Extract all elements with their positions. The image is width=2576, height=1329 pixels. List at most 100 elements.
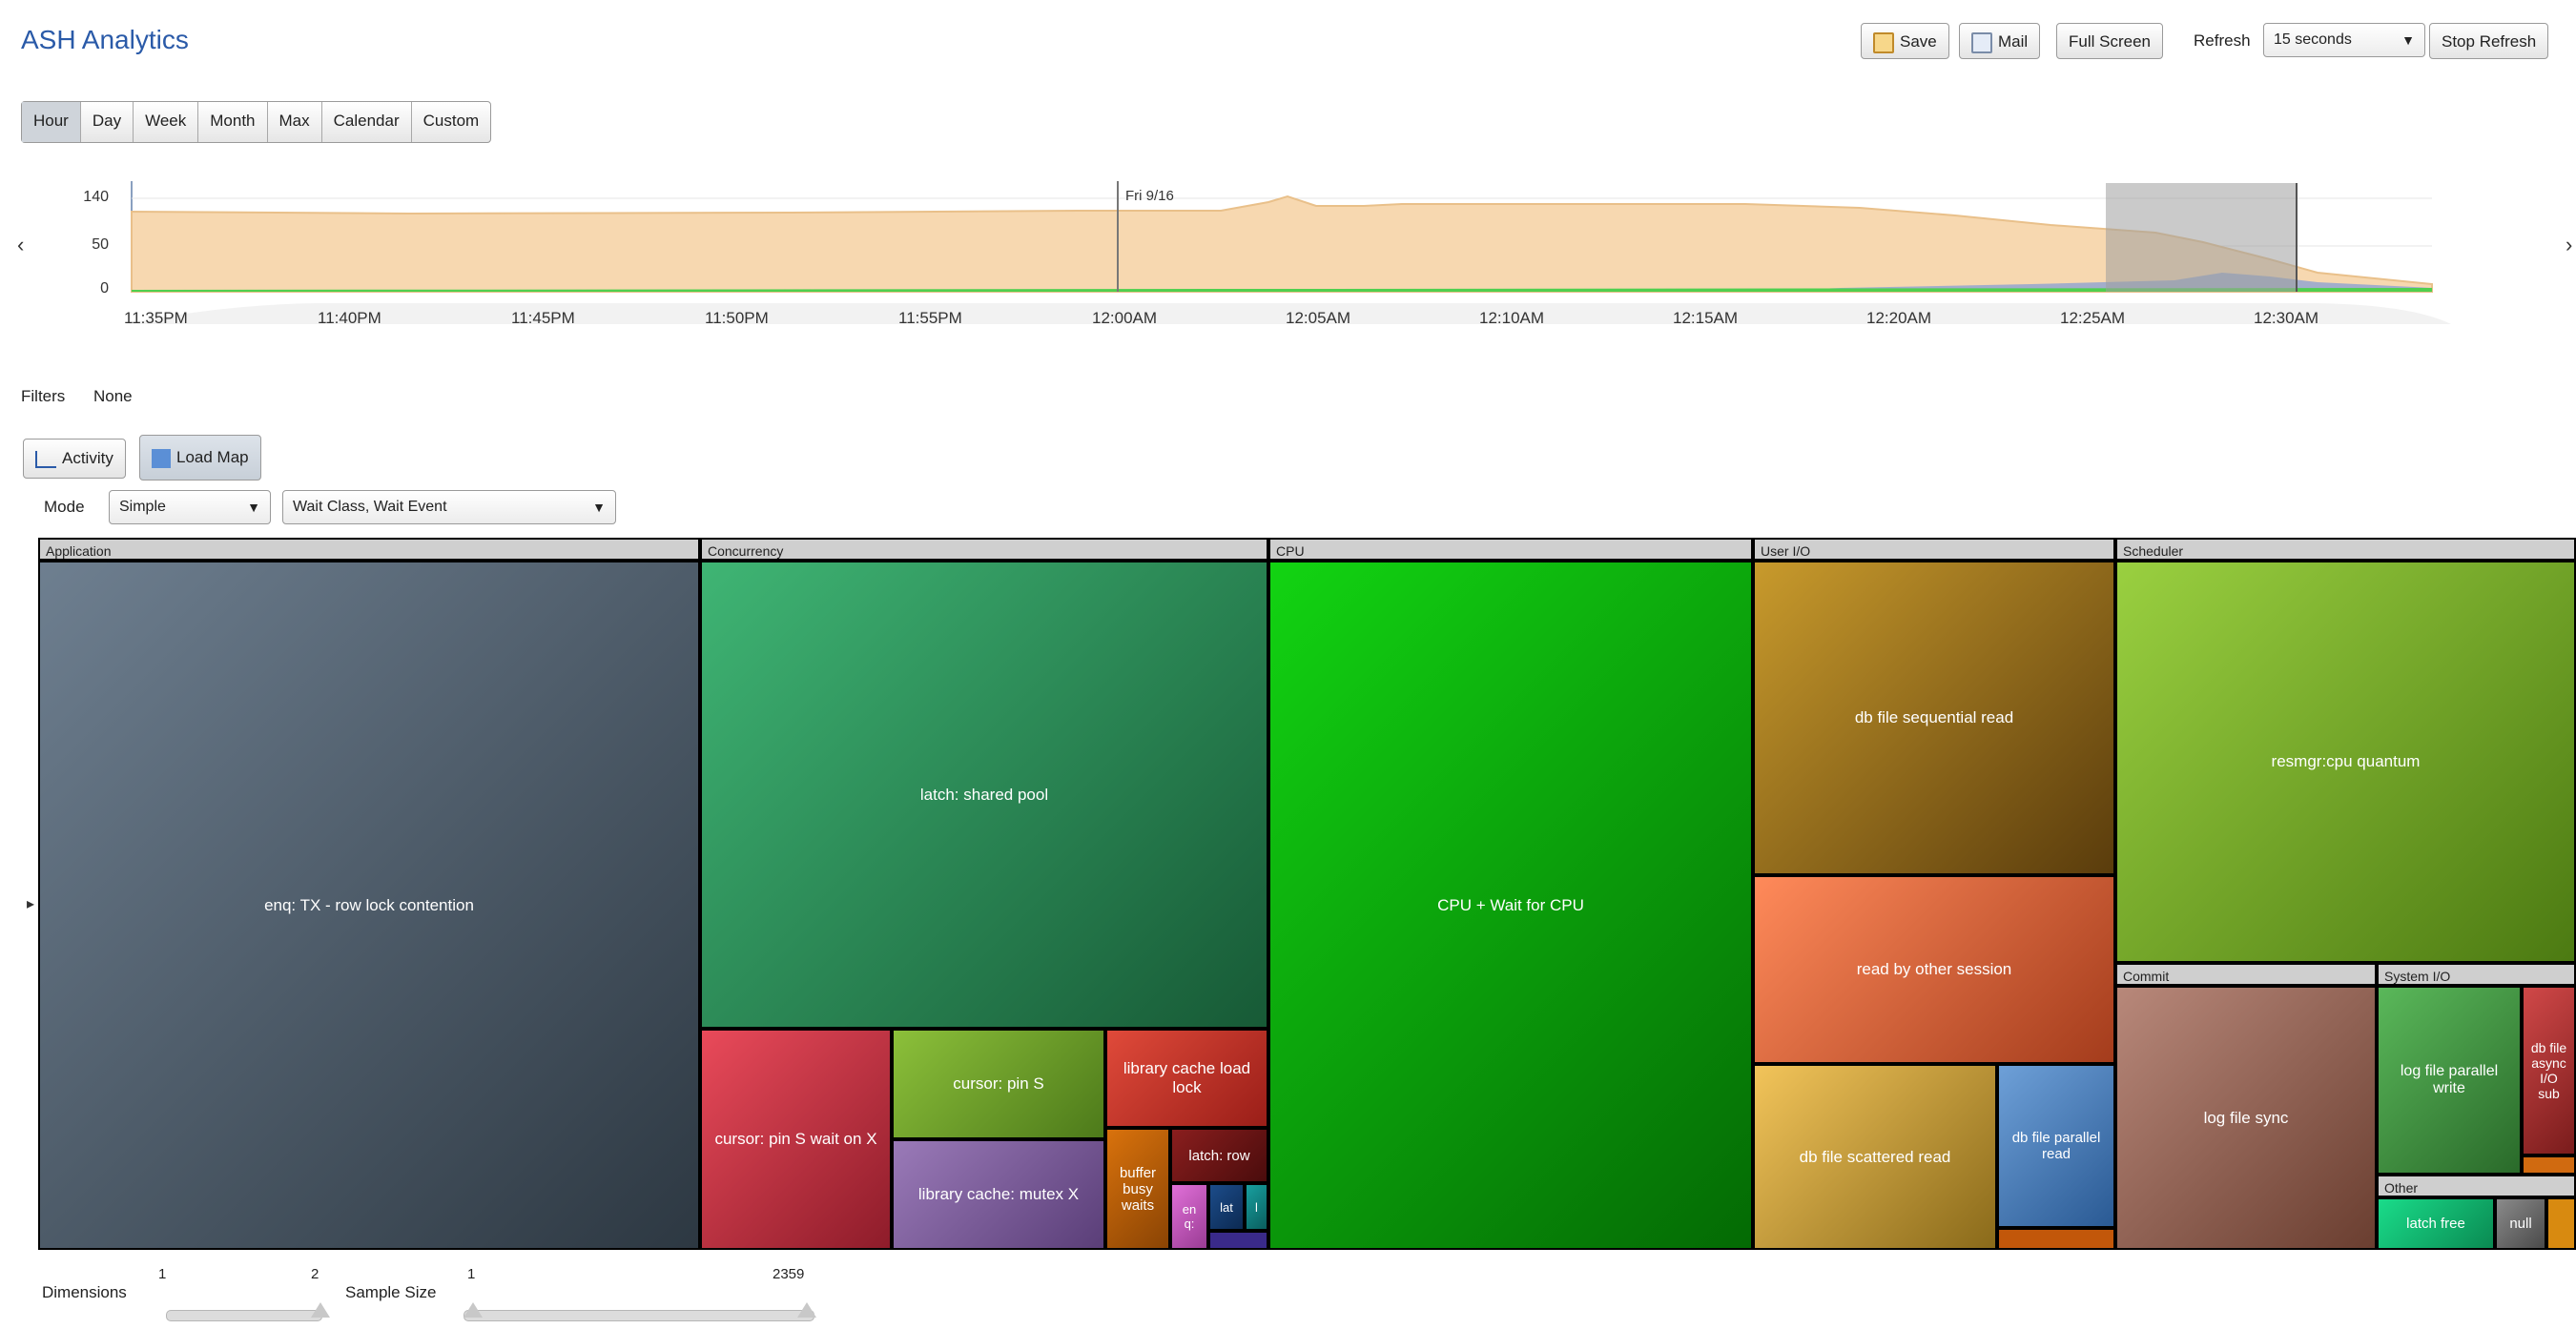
group-other: Other latch free null <box>2377 1175 2576 1250</box>
chevron-down-icon: ▼ <box>2401 32 2415 48</box>
group-commit: Commit log file sync <box>2115 963 2377 1250</box>
x-tick: 11:50PM <box>705 309 769 327</box>
group-header: System I/O <box>2377 963 2576 986</box>
y-tick: 50 <box>92 236 109 253</box>
save-icon <box>1873 31 1894 53</box>
x-tick: 11:40PM <box>318 309 381 327</box>
chevron-down-icon: ▼ <box>592 500 606 515</box>
tab-custom[interactable]: Custom <box>412 102 491 142</box>
group-system-io: System I/O log file parallel write db fi… <box>2377 963 2576 1175</box>
sample-size-slider-min-handle[interactable] <box>464 1302 483 1318</box>
x-tick: 11:45PM <box>511 309 575 327</box>
treemap-cell[interactable] <box>1208 1231 1268 1250</box>
sample-size-min: 1 <box>467 1266 476 1282</box>
group-application: Application enq: TX - row lock contentio… <box>38 538 700 1250</box>
treemap-cell[interactable]: resmgr:cpu quantum <box>2115 561 2576 963</box>
treemap-cell[interactable]: lat <box>1208 1183 1245 1231</box>
tab-max[interactable]: Max <box>268 102 322 142</box>
tab-calendar[interactable]: Calendar <box>322 102 412 142</box>
tab-hour[interactable]: Hour <box>22 102 81 142</box>
stop-refresh-button[interactable]: Stop Refresh <box>2429 23 2549 59</box>
dimension-select[interactable]: Wait Class, Wait Event ▼ <box>282 490 616 524</box>
x-tick: 11:35PM <box>124 309 188 327</box>
x-tick: 12:05AM <box>1286 309 1351 327</box>
treemap-cell[interactable]: read by other session <box>1753 875 2115 1064</box>
app-title: ASH Analytics <box>21 25 189 54</box>
y-tick: 140 <box>83 189 109 205</box>
refresh-label: Refresh <box>2194 31 2251 50</box>
sample-size-max: 2359 <box>773 1266 805 1282</box>
sample-size-slider-max-handle[interactable] <box>797 1302 816 1318</box>
treemap-cell[interactable]: latch free <box>2377 1197 2495 1250</box>
x-tick: 12:25AM <box>2060 309 2126 327</box>
group-scheduler: Scheduler resmgr:cpu quantum <box>2115 538 2576 963</box>
mode-label: Mode <box>44 498 85 516</box>
x-tick: 12:10AM <box>1479 309 1545 327</box>
tab-activity[interactable]: Activity <box>23 439 126 479</box>
mail-button[interactable]: Mail <box>1959 23 2041 59</box>
treemap-cell[interactable]: cursor: pin S <box>892 1029 1105 1139</box>
treemap-cell[interactable]: db file parallel read <box>1997 1064 2115 1228</box>
save-button[interactable]: Save <box>1861 23 1949 59</box>
group-cpu: CPU CPU + Wait for CPU <box>1268 538 1753 1250</box>
group-header: Commit <box>2115 963 2377 986</box>
refresh-interval-select[interactable]: 15 seconds ▼ <box>2263 23 2425 57</box>
treemap-cell[interactable]: log file sync <box>2115 986 2377 1250</box>
selection-window[interactable] <box>2106 183 2297 292</box>
treemap-cell[interactable]: db file scattered read <box>1753 1064 1997 1250</box>
group-header: CPU <box>1268 538 1753 561</box>
collapse-panel-icon[interactable]: ▸ <box>27 894 34 913</box>
mail-icon <box>1971 31 1992 53</box>
x-tick: 12:00AM <box>1092 309 1158 327</box>
treemap-cell[interactable]: latch: row <box>1170 1128 1268 1183</box>
filters-label: Filters <box>21 387 66 405</box>
treemap-cell[interactable] <box>1997 1228 2115 1250</box>
dimensions-min: 1 <box>158 1266 167 1282</box>
treemap-cell[interactable] <box>2522 1155 2576 1175</box>
treemap-cell[interactable]: l <box>1245 1183 1268 1231</box>
group-user-io: User I/O db file sequential read read by… <box>1753 538 2115 1250</box>
time-range-tabs: Hour Day Week Month Max Calendar Custom <box>21 101 492 143</box>
chevron-down-icon: ▼ <box>247 500 260 515</box>
tab-day[interactable]: Day <box>81 102 134 142</box>
group-header: Scheduler <box>2115 538 2576 561</box>
group-header: Application <box>38 538 700 561</box>
mode-select[interactable]: Simple ▼ <box>109 490 271 524</box>
date-marker-label: Fri 9/16 <box>1125 188 1174 204</box>
treemap-cell[interactable]: buffer busy waits <box>1105 1128 1170 1250</box>
sample-size-label: Sample Size <box>345 1283 437 1301</box>
treemap-cell[interactable]: enq: TX - row lock contention <box>38 561 700 1250</box>
group-concurrency: Concurrency latch: shared pool cursor: p… <box>700 538 1268 1250</box>
x-tick: 12:15AM <box>1673 309 1739 327</box>
treemap-cell[interactable]: db file sequential read <box>1753 561 2115 875</box>
scroll-right-icon[interactable]: › <box>2566 233 2572 257</box>
scroll-left-icon[interactable]: ‹ <box>17 233 24 257</box>
x-tick: 12:20AM <box>1866 309 1932 327</box>
x-tick: 12:30AM <box>2254 309 2319 327</box>
full-screen-button[interactable]: Full Screen <box>2056 23 2163 59</box>
dimensions-slider[interactable] <box>166 1310 322 1321</box>
x-tick: 11:55PM <box>898 309 962 327</box>
filters-value: None <box>93 387 133 405</box>
treemap-cell[interactable]: cursor: pin S wait on X <box>700 1029 892 1250</box>
treemap-cell[interactable]: CPU + Wait for CPU <box>1268 561 1753 1250</box>
load-map-icon <box>152 448 171 468</box>
treemap-cell[interactable]: log file parallel write <box>2377 986 2522 1175</box>
tab-load-map[interactable]: Load Map <box>139 435 261 480</box>
treemap-cell[interactable]: db file async I/O sub <box>2522 986 2576 1155</box>
treemap-cell[interactable]: library cache: mutex X <box>892 1139 1105 1250</box>
tab-month[interactable]: Month <box>198 102 268 142</box>
group-header: Other <box>2377 1175 2576 1197</box>
dimensions-label: Dimensions <box>42 1283 127 1301</box>
dimensions-slider-handle[interactable] <box>311 1302 330 1318</box>
treemap-cell[interactable]: library cache load lock <box>1105 1029 1268 1128</box>
treemap-cell[interactable] <box>2546 1197 2576 1250</box>
group-header: Concurrency <box>700 538 1268 561</box>
group-header: User I/O <box>1753 538 2115 561</box>
tab-week[interactable]: Week <box>134 102 199 142</box>
treemap-cell[interactable]: latch: shared pool <box>700 561 1268 1029</box>
sample-size-slider[interactable] <box>464 1310 814 1321</box>
treemap-cell[interactable]: null <box>2495 1197 2546 1250</box>
treemap-cell[interactable]: en q: <box>1170 1183 1208 1250</box>
dimensions-max: 2 <box>311 1266 319 1282</box>
